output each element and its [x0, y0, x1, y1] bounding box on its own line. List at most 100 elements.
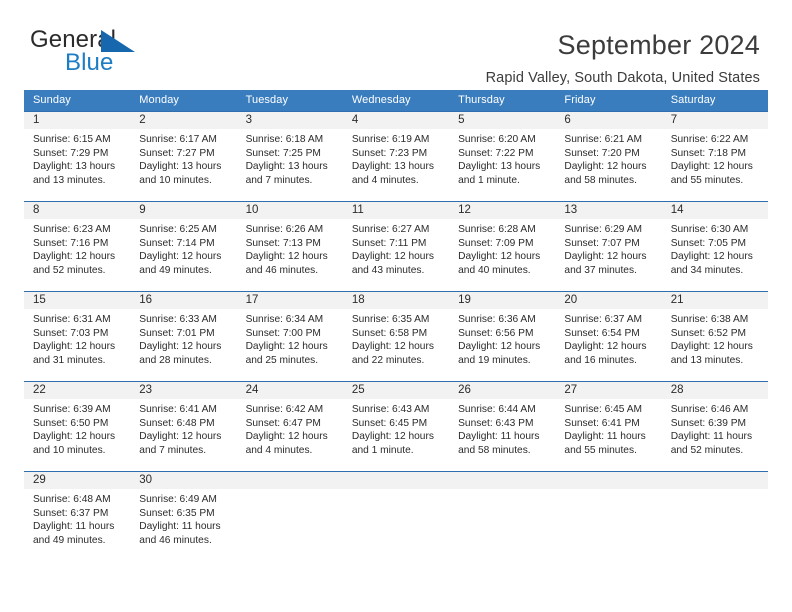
sunset-text: Sunset: 6:48 PM — [139, 417, 215, 429]
day-cell[interactable]: Sunrise: 6:39 AM Sunset: 6:50 PM Dayligh… — [24, 399, 130, 471]
day-number[interactable]: 4 — [343, 112, 449, 129]
sunrise-text: Sunrise: 6:36 AM — [458, 314, 536, 325]
day-cell[interactable]: Sunrise: 6:36 AM Sunset: 6:56 PM Dayligh… — [449, 309, 555, 381]
sunrise-text: Sunrise: 6:44 AM — [458, 404, 536, 415]
daylight-text-line2: and 19 minutes. — [458, 354, 531, 366]
day-number[interactable]: 20 — [555, 292, 661, 309]
sunset-text: Sunset: 7:13 PM — [245, 237, 321, 249]
day-cell[interactable]: Sunrise: 6:42 AM Sunset: 6:47 PM Dayligh… — [237, 399, 343, 471]
week-content-row: Sunrise: 6:39 AM Sunset: 6:50 PM Dayligh… — [24, 399, 768, 471]
sunset-text: Sunset: 6:50 PM — [33, 417, 109, 429]
day-number[interactable]: 14 — [662, 202, 768, 219]
day-number[interactable]: 10 — [237, 202, 343, 219]
day-cell[interactable]: Sunrise: 6:28 AM Sunset: 7:09 PM Dayligh… — [449, 219, 555, 291]
daylight-text-line2: and 52 minutes. — [670, 444, 744, 456]
day-number[interactable]: 24 — [237, 382, 343, 399]
daylight-text-line1: Daylight: 12 hours — [245, 341, 328, 353]
daylight-text-line2: and 34 minutes. — [670, 264, 744, 276]
daylight-text-line2: and 10 minutes. — [139, 174, 212, 186]
sunset-text: Sunset: 6:39 PM — [670, 417, 747, 429]
day-cell[interactable]: Sunrise: 6:46 AM Sunset: 6:39 PM Dayligh… — [662, 399, 768, 471]
daylight-text-line1: Daylight: 12 hours — [564, 251, 647, 263]
day-number[interactable]: 6 — [555, 112, 661, 129]
day-number[interactable]: 9 — [130, 202, 236, 219]
sunrise-text: Sunrise: 6:18 AM — [245, 134, 324, 145]
daylight-text-line2: and 28 minutes. — [139, 354, 212, 366]
day-cell[interactable]: Sunrise: 6:21 AM Sunset: 7:20 PM Dayligh… — [555, 129, 661, 201]
daylight-text-line1: Daylight: 12 hours — [564, 341, 647, 353]
day-cell[interactable]: Sunrise: 6:23 AM Sunset: 7:16 PM Dayligh… — [24, 219, 130, 291]
sunset-text: Sunset: 6:58 PM — [351, 327, 428, 339]
day-cell[interactable]: Sunrise: 6:17 AM Sunset: 7:27 PM Dayligh… — [130, 129, 236, 201]
day-cell[interactable]: Sunrise: 6:18 AM Sunset: 7:25 PM Dayligh… — [237, 129, 343, 201]
day-number[interactable]: 18 — [343, 292, 449, 309]
weekday-header-thursday: Thursday — [458, 94, 505, 106]
day-cell[interactable]: Sunrise: 6:49 AM Sunset: 6:35 PM Dayligh… — [130, 489, 236, 561]
sunset-text: Sunset: 7:29 PM — [33, 147, 109, 159]
day-number[interactable]: 26 — [449, 382, 555, 399]
day-cell[interactable]: Sunrise: 6:37 AM Sunset: 6:54 PM Dayligh… — [555, 309, 661, 381]
daylight-text-line2: and 7 minutes. — [139, 444, 207, 456]
day-number[interactable]: 27 — [555, 382, 661, 399]
day-number[interactable]: 15 — [24, 292, 130, 309]
day-number[interactable]: 8 — [24, 202, 130, 219]
day-number[interactable]: 29 — [24, 472, 130, 489]
day-number[interactable]: 11 — [343, 202, 449, 219]
week-daynumber-row: 1 2 3 4 5 6 7 — [24, 112, 768, 129]
sunset-text: Sunset: 6:41 PM — [564, 417, 640, 429]
day-number[interactable]: 3 — [237, 112, 343, 129]
day-cell[interactable]: Sunrise: 6:35 AM Sunset: 6:58 PM Dayligh… — [343, 309, 449, 381]
daylight-text-line2: and 22 minutes. — [351, 354, 425, 366]
sunrise-text: Sunrise: 6:26 AM — [245, 224, 324, 235]
daylight-text-line1: Daylight: 12 hours — [670, 341, 753, 353]
day-number[interactable]: 16 — [130, 292, 236, 309]
day-number[interactable]: 17 — [237, 292, 343, 309]
day-cell[interactable]: Sunrise: 6:48 AM Sunset: 6:37 PM Dayligh… — [24, 489, 130, 561]
day-number[interactable]: 13 — [555, 202, 661, 219]
day-number-empty — [449, 472, 555, 489]
daylight-text-line2: and 49 minutes. — [33, 534, 106, 546]
day-number[interactable]: 12 — [449, 202, 555, 219]
day-cell[interactable]: Sunrise: 6:26 AM Sunset: 7:13 PM Dayligh… — [237, 219, 343, 291]
brand-logo[interactable]: General Blue — [30, 28, 150, 80]
sunrise-text: Sunrise: 6:25 AM — [139, 224, 217, 235]
sunset-text: Sunset: 6:52 PM — [670, 327, 747, 339]
day-number[interactable]: 2 — [130, 112, 236, 129]
day-number[interactable]: 30 — [130, 472, 236, 489]
day-number[interactable]: 28 — [662, 382, 768, 399]
day-cell[interactable]: Sunrise: 6:41 AM Sunset: 6:48 PM Dayligh… — [130, 399, 236, 471]
day-cell[interactable]: Sunrise: 6:25 AM Sunset: 7:14 PM Dayligh… — [130, 219, 236, 291]
sunrise-text: Sunrise: 6:43 AM — [351, 404, 430, 415]
day-cell[interactable]: Sunrise: 6:29 AM Sunset: 7:07 PM Dayligh… — [555, 219, 661, 291]
day-number[interactable]: 23 — [130, 382, 236, 399]
day-cell[interactable]: Sunrise: 6:34 AM Sunset: 7:00 PM Dayligh… — [237, 309, 343, 381]
day-cell[interactable]: Sunrise: 6:38 AM Sunset: 6:52 PM Dayligh… — [662, 309, 768, 381]
day-number[interactable]: 7 — [662, 112, 768, 129]
day-cell[interactable]: Sunrise: 6:30 AM Sunset: 7:05 PM Dayligh… — [662, 219, 768, 291]
day-number[interactable]: 5 — [449, 112, 555, 129]
sunset-text: Sunset: 7:07 PM — [564, 237, 640, 249]
day-cell[interactable]: Sunrise: 6:20 AM Sunset: 7:22 PM Dayligh… — [449, 129, 555, 201]
day-cell[interactable]: Sunrise: 6:33 AM Sunset: 7:01 PM Dayligh… — [130, 309, 236, 381]
day-cell[interactable]: Sunrise: 6:15 AM Sunset: 7:29 PM Dayligh… — [24, 129, 130, 201]
day-cell[interactable]: Sunrise: 6:19 AM Sunset: 7:23 PM Dayligh… — [343, 129, 449, 201]
sunrise-text: Sunrise: 6:45 AM — [564, 404, 642, 415]
day-cell[interactable]: Sunrise: 6:43 AM Sunset: 6:45 PM Dayligh… — [343, 399, 449, 471]
day-cell[interactable]: Sunrise: 6:44 AM Sunset: 6:43 PM Dayligh… — [449, 399, 555, 471]
sunrise-text: Sunrise: 6:28 AM — [458, 224, 536, 235]
day-cell[interactable]: Sunrise: 6:45 AM Sunset: 6:41 PM Dayligh… — [555, 399, 661, 471]
day-cell[interactable]: Sunrise: 6:31 AM Sunset: 7:03 PM Dayligh… — [24, 309, 130, 381]
day-cell-empty — [662, 489, 768, 561]
day-number[interactable]: 19 — [449, 292, 555, 309]
daylight-text-line2: and 31 minutes. — [33, 354, 106, 366]
sunset-text: Sunset: 7:00 PM — [245, 327, 321, 339]
title-block: September 2024 Rapid Valley, South Dakot… — [486, 28, 760, 86]
day-cell[interactable]: Sunrise: 6:27 AM Sunset: 7:11 PM Dayligh… — [343, 219, 449, 291]
sunrise-text: Sunrise: 6:42 AM — [245, 404, 324, 415]
day-number[interactable]: 21 — [662, 292, 768, 309]
day-number[interactable]: 25 — [343, 382, 449, 399]
day-number[interactable]: 1 — [24, 112, 130, 129]
day-number[interactable]: 22 — [24, 382, 130, 399]
day-cell[interactable]: Sunrise: 6:22 AM Sunset: 7:18 PM Dayligh… — [662, 129, 768, 201]
sunrise-text: Sunrise: 6:49 AM — [139, 494, 217, 505]
